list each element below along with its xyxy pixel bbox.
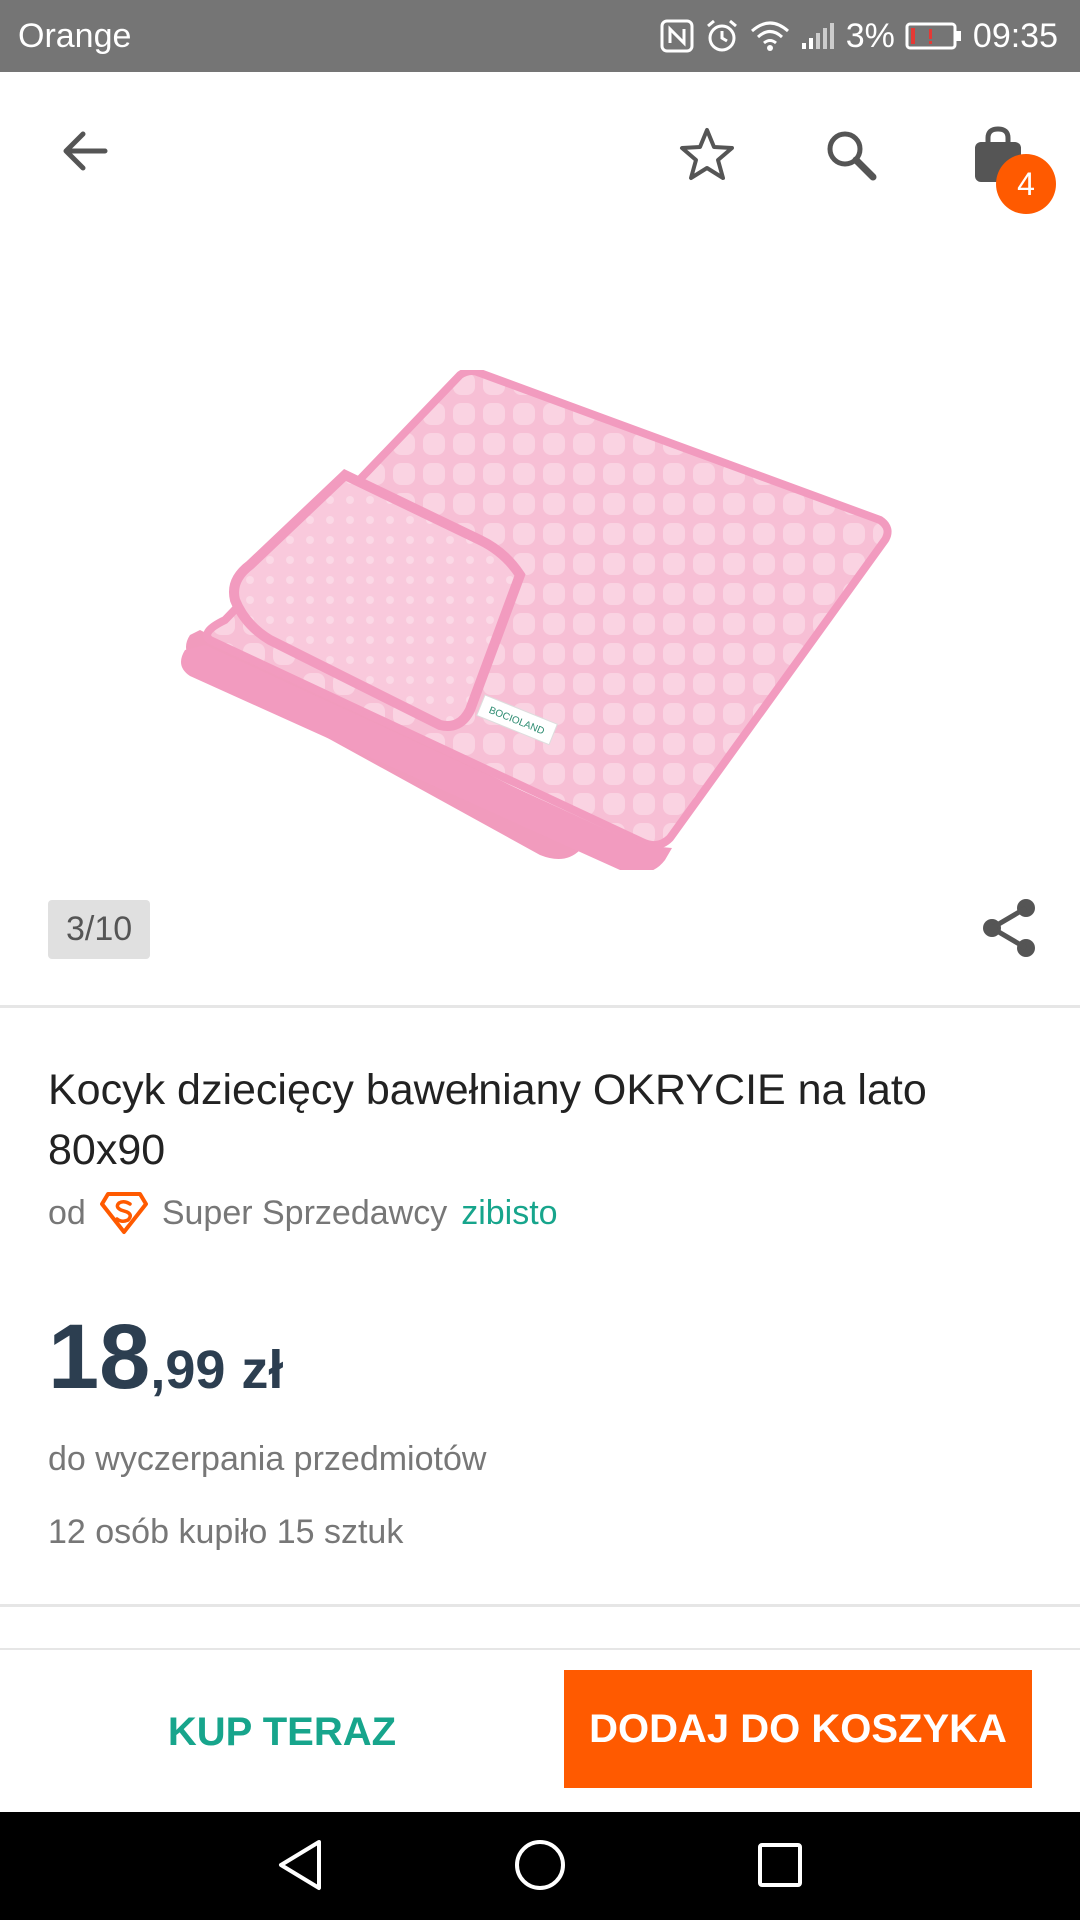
nfc-icon: [660, 19, 694, 53]
add-to-cart-button[interactable]: DODAJ DO KOSZYKA: [564, 1670, 1032, 1788]
super-seller-badge-icon: [99, 1190, 148, 1236]
star-icon: [677, 125, 737, 190]
circle-home-icon: [513, 1838, 567, 1897]
carrier-label: Orange: [18, 16, 132, 55]
search-icon: [823, 127, 879, 188]
price-currency: zł: [241, 1340, 284, 1400]
seller-name-link[interactable]: zibisto: [461, 1194, 557, 1233]
arrow-left-icon: [59, 125, 111, 182]
top-app-bar: 4: [0, 72, 1080, 240]
share-button[interactable]: [970, 890, 1050, 970]
buyers-count-text: 12 osób kupiło 15 sztuk: [48, 1513, 404, 1551]
square-recents-icon: [755, 1840, 805, 1895]
product-title: Kocyk dziecięcy bawełniany OKRYCIE na la…: [48, 1066, 927, 1174]
share-icon: [980, 896, 1040, 965]
price-fraction: ,99: [150, 1340, 226, 1400]
divider: [0, 1005, 1080, 1008]
divider: [0, 1604, 1080, 1607]
cart-button[interactable]: 4: [950, 112, 1056, 214]
image-counter: 3/10: [48, 900, 151, 959]
alarm-icon: [704, 18, 740, 54]
status-icons: 3% 09:35: [660, 17, 1058, 56]
purchase-action-bar: KUP TERAZ DODAJ DO KOSZYKA: [0, 1648, 1080, 1814]
triangle-back-icon: [275, 1838, 325, 1897]
product-gallery[interactable]: BOCIOLAND 3/10: [0, 240, 1080, 1004]
clock: 09:35: [972, 16, 1058, 55]
availability-text: do wyczerpania przedmiotów: [48, 1440, 487, 1478]
price-whole: 18: [48, 1306, 151, 1408]
battery-percent: 3%: [845, 16, 895, 55]
price: 18 ,99 zł: [48, 1305, 283, 1410]
super-seller-label: Super Sprzedawcy: [161, 1193, 448, 1232]
back-button[interactable]: [40, 108, 130, 198]
nav-recents-button[interactable]: [745, 1832, 815, 1902]
battery-icon: [905, 21, 963, 51]
nav-home-button[interactable]: [505, 1832, 575, 1902]
status-bar: Orange 3% 09:35: [0, 0, 1080, 72]
nav-back-button[interactable]: [265, 1832, 335, 1902]
signal-icon: [800, 21, 836, 51]
system-nav-bar: [0, 1812, 1080, 1920]
buy-now-button[interactable]: KUP TERAZ: [0, 1650, 564, 1814]
seller-row: od Super Sprzedawcy zibisto: [48, 1190, 558, 1236]
wifi-icon: [750, 19, 790, 53]
search-button[interactable]: [806, 112, 896, 202]
product-image[interactable]: BOCIOLAND: [180, 366, 900, 875]
favorite-button[interactable]: [662, 112, 752, 202]
cart-count-badge: 4: [996, 154, 1056, 214]
seller-prefix: od: [48, 1193, 86, 1232]
